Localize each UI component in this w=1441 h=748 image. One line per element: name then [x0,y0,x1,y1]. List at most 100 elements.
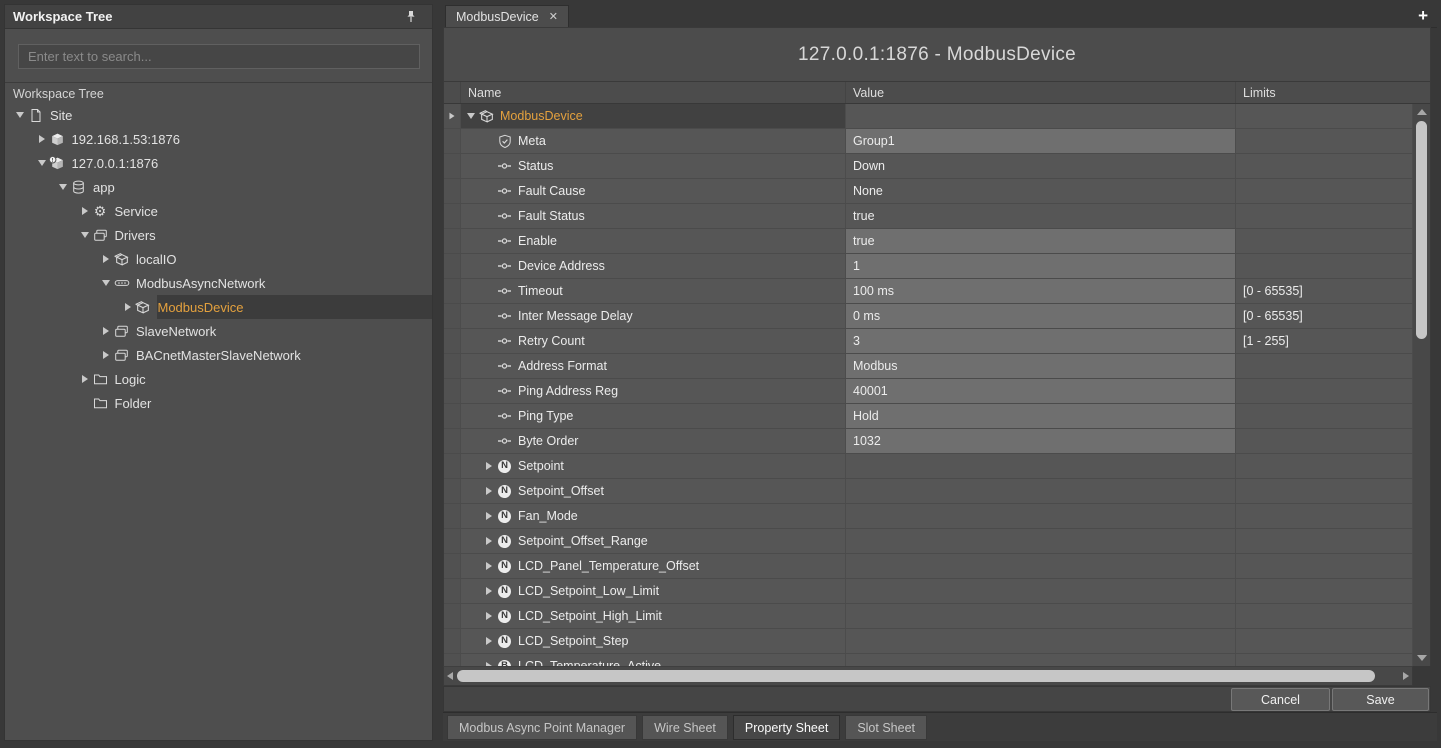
expand-arrow-icon[interactable] [78,375,92,383]
tab-modbusdevice[interactable]: ModbusDevice ✕ [445,5,569,28]
scroll-down-icon[interactable] [1417,655,1427,661]
value-cell[interactable]: true [846,229,1236,253]
table-row-lcd-setpoint-high-limit[interactable]: NLCD_Setpoint_High_Limit [444,604,1413,629]
name-cell[interactable]: Device Address [461,254,846,278]
tree-item-folder[interactable]: Folder [5,391,432,415]
collapse-arrow-icon[interactable] [35,160,49,166]
cancel-button[interactable]: Cancel [1231,688,1330,711]
table-row-inter-message-delay[interactable]: Inter Message Delay0 ms[0 - 65535] [444,304,1413,329]
expand-arrow-icon[interactable] [78,207,92,215]
table-row-ping-address-reg[interactable]: Ping Address Reg40001 [444,379,1413,404]
horizontal-scrollbar[interactable] [443,666,1413,686]
tree-item-site[interactable]: Site [5,103,432,127]
name-cell[interactable]: Ping Type [461,404,846,428]
table-row-lcd-panel-temperature-offset[interactable]: NLCD_Panel_Temperature_Offset [444,554,1413,579]
table-row-fault-cause[interactable]: Fault CauseNone [444,179,1413,204]
collapse-arrow-icon[interactable] [56,184,70,190]
name-cell[interactable]: ModbusDevice [461,104,846,128]
value-cell[interactable]: 1032 [846,429,1236,453]
tree-item-drivers[interactable]: Drivers [5,223,432,247]
vertical-scrollbar-thumb[interactable] [1416,121,1427,339]
vertical-scrollbar[interactable] [1413,104,1431,666]
value-cell[interactable]: 0 ms [846,304,1236,328]
tree-item-localio[interactable]: localIO [5,247,432,271]
table-row-timeout[interactable]: Timeout100 ms[0 - 65535] [444,279,1413,304]
expand-arrow-icon[interactable] [99,351,113,359]
name-cell[interactable]: Enable [461,229,846,253]
collapse-arrow-icon[interactable] [99,280,113,286]
name-cell[interactable]: Address Format [461,354,846,378]
expand-arrow-icon[interactable] [481,537,496,545]
new-tab-button[interactable]: + [1418,5,1428,26]
table-row-ping-type[interactable]: Ping TypeHold [444,404,1413,429]
name-cell[interactable]: Inter Message Delay [461,304,846,328]
name-cell[interactable]: NSetpoint_Offset_Range [461,529,846,553]
value-cell[interactable]: Hold [846,404,1236,428]
scroll-up-icon[interactable] [1417,109,1427,115]
expand-arrow-icon[interactable] [481,462,496,470]
table-row-status[interactable]: StatusDown [444,154,1413,179]
expand-arrow-icon[interactable] [121,303,135,311]
table-row-setpoint-offset-range[interactable]: NSetpoint_Offset_Range [444,529,1413,554]
table-row-modbusdevice[interactable]: ModbusDevice [444,104,1413,129]
expand-arrow-icon[interactable] [99,255,113,263]
tree-item-bacnetmasterslavenetwork[interactable]: BACnetMasterSlaveNetwork [5,343,432,367]
expand-arrow-icon[interactable] [35,135,49,143]
name-cell[interactable]: NSetpoint_Offset [461,479,846,503]
name-cell[interactable]: Timeout [461,279,846,303]
scroll-left-icon[interactable] [447,672,453,680]
table-row-byte-order[interactable]: Byte Order1032 [444,429,1413,454]
value-cell[interactable]: Modbus [846,354,1236,378]
horizontal-scrollbar-thumb[interactable] [457,670,1375,682]
tree-item-logic[interactable]: Logic [5,367,432,391]
tree-item-app[interactable]: app [5,175,432,199]
name-cell[interactable]: NLCD_Setpoint_Step [461,629,846,653]
table-row-setpoint-offset[interactable]: NSetpoint_Offset [444,479,1413,504]
tree-item-slavenetwork[interactable]: SlaveNetwork [5,319,432,343]
tree-item-service[interactable]: ⚙Service [5,199,432,223]
name-cell[interactable]: Byte Order [461,429,846,453]
scroll-right-icon[interactable] [1403,672,1409,680]
collapse-arrow-icon[interactable] [13,112,27,118]
name-cell[interactable]: Meta [461,129,846,153]
table-row-lcd-setpoint-step[interactable]: NLCD_Setpoint_Step [444,629,1413,654]
expand-arrow-icon[interactable] [481,562,496,570]
tree-item-modbusdevice[interactable]: ModbusDevice [5,295,432,319]
table-row-fan-mode[interactable]: NFan_Mode [444,504,1413,529]
collapse-arrow-icon[interactable] [463,113,478,119]
name-cell[interactable]: NLCD_Setpoint_High_Limit [461,604,846,628]
value-cell[interactable]: 3 [846,329,1236,353]
expand-arrow-icon[interactable] [99,327,113,335]
save-button[interactable]: Save [1332,688,1429,711]
column-name[interactable]: Name [461,82,846,103]
name-cell[interactable]: NSetpoint [461,454,846,478]
tab-property-sheet[interactable]: Property Sheet [733,715,840,740]
tab-slot-sheet[interactable]: Slot Sheet [845,715,927,740]
name-cell[interactable]: Fault Status [461,204,846,228]
expand-arrow-icon[interactable] [481,587,496,595]
value-cell[interactable]: 1 [846,254,1236,278]
expand-arrow-icon[interactable] [481,637,496,645]
expand-arrow-icon[interactable] [481,487,496,495]
close-icon[interactable]: ✕ [549,12,558,23]
name-cell[interactable]: NFan_Mode [461,504,846,528]
tree-item-127-0-0-1-1876[interactable]: !127.0.0.1:1876 [5,151,432,175]
table-row-setpoint[interactable]: NSetpoint [444,454,1413,479]
value-cell[interactable]: Group1 [846,129,1236,153]
table-row-address-format[interactable]: Address FormatModbus [444,354,1413,379]
value-cell[interactable]: 100 ms [846,279,1236,303]
expand-arrow-icon[interactable] [481,612,496,620]
table-row-lcd-temperature-active[interactable]: BLCD_Temperature_Active [444,654,1413,666]
name-cell[interactable]: Ping Address Reg [461,379,846,403]
tab-wire-sheet[interactable]: Wire Sheet [642,715,728,740]
name-cell[interactable]: Fault Cause [461,179,846,203]
table-row-meta[interactable]: MetaGroup1 [444,129,1413,154]
column-value[interactable]: Value [846,82,1236,103]
search-input[interactable] [18,44,420,69]
name-cell[interactable]: Status [461,154,846,178]
name-cell[interactable]: BLCD_Temperature_Active [461,654,846,666]
table-row-device-address[interactable]: Device Address1 [444,254,1413,279]
tree-item-modbusasyncnetwork[interactable]: ModbusAsyncNetwork [5,271,432,295]
table-row-enable[interactable]: Enabletrue [444,229,1413,254]
tree-item-192-168-1-53-1876[interactable]: 192.168.1.53:1876 [5,127,432,151]
